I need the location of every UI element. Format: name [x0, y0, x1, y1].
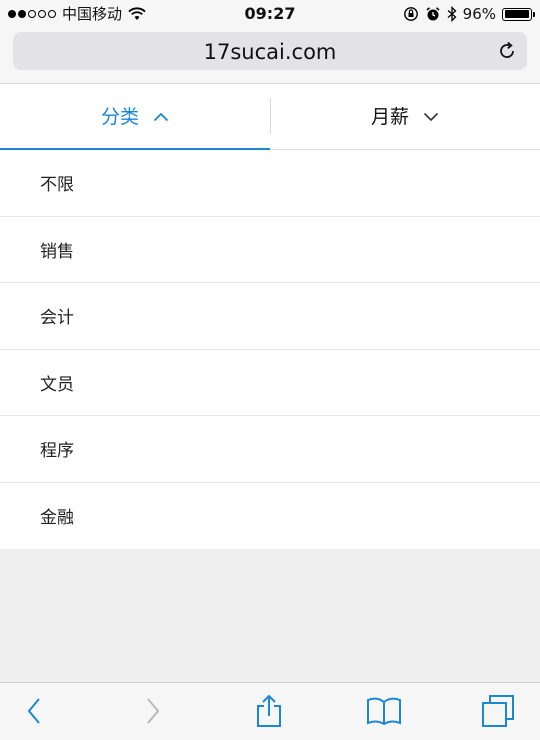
- bookmarks-button[interactable]: [364, 693, 404, 729]
- list-item[interactable]: 不限: [0, 150, 540, 217]
- back-button[interactable]: [14, 693, 54, 729]
- battery-percent: 96%: [462, 5, 496, 23]
- browser-toolbar: [0, 682, 540, 740]
- chevron-down-icon: [423, 112, 439, 122]
- reload-icon[interactable]: [497, 41, 517, 61]
- list-item[interactable]: 金融: [0, 483, 540, 550]
- status-bar: 中国移动 09:27 96%: [0, 0, 540, 28]
- address-bar[interactable]: 17sucai.com: [13, 32, 527, 70]
- chevron-left-icon: [27, 698, 40, 724]
- list-item[interactable]: 文员: [0, 350, 540, 416]
- bluetooth-icon: [447, 6, 457, 22]
- forward-button[interactable]: [133, 693, 173, 729]
- alarm-icon: [426, 7, 440, 21]
- tab-category[interactable]: 分类: [0, 84, 270, 151]
- tabs-icon: [482, 695, 514, 727]
- category-list: 不限 销售 会计 文员 程序 金融: [0, 150, 540, 549]
- tab-category-label: 分类: [100, 106, 139, 128]
- book-icon: [367, 697, 401, 726]
- status-right: 96%: [403, 5, 535, 23]
- chevron-right-icon: [147, 698, 160, 724]
- list-item[interactable]: 会计: [0, 283, 540, 350]
- chevron-up-icon: [153, 112, 169, 122]
- tab-salary-label: 月薪: [370, 106, 409, 128]
- share-button[interactable]: [249, 693, 289, 729]
- tab-salary[interactable]: 月薪: [270, 84, 540, 150]
- filter-tabs: 分类 月薪: [0, 84, 540, 151]
- url-text[interactable]: 17sucai.com: [13, 40, 527, 64]
- list-item[interactable]: 程序: [0, 416, 540, 483]
- share-icon: [257, 694, 281, 727]
- address-bar-area: 17sucai.com: [0, 28, 540, 84]
- tabs-button[interactable]: [478, 693, 518, 729]
- rotation-lock-icon: [403, 7, 418, 21]
- list-item[interactable]: 销售: [0, 217, 540, 283]
- battery-fill: [504, 10, 529, 18]
- battery-icon: [502, 7, 535, 21]
